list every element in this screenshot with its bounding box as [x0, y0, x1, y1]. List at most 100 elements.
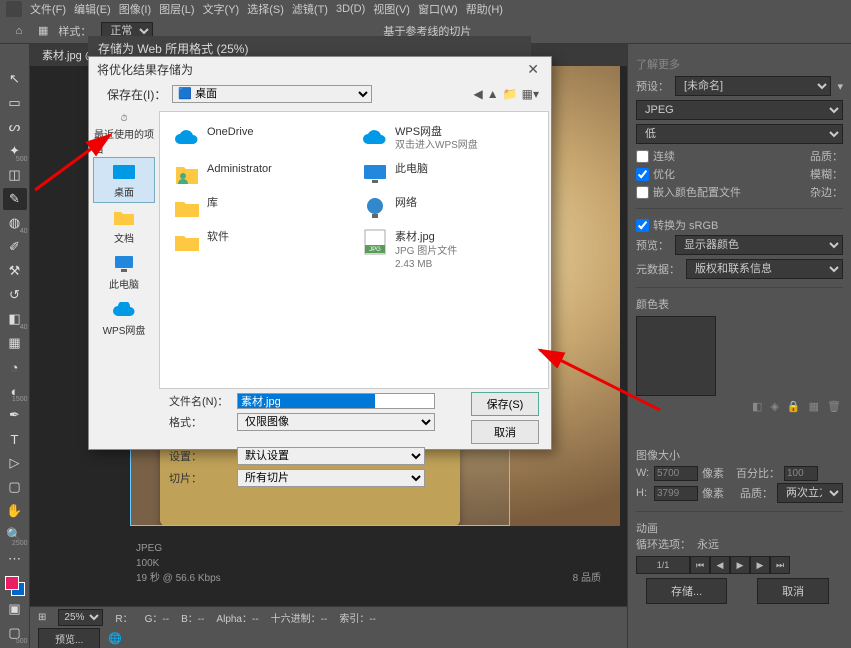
tool-hand[interactable]: ✋: [3, 500, 27, 522]
browser-icon[interactable]: 🌐: [108, 632, 122, 645]
location-select[interactable]: 🟦 桌面: [172, 85, 372, 103]
meta-select[interactable]: 版权和联系信息: [686, 259, 843, 279]
preview-button[interactable]: 预览...: [38, 628, 100, 648]
filename-input[interactable]: [237, 393, 435, 409]
embed-checkbox[interactable]: [636, 186, 649, 199]
optimize-checkbox[interactable]: [636, 168, 649, 181]
palette-trash-icon[interactable]: 🗑: [827, 400, 841, 413]
menu-select[interactable]: 选择(S): [247, 1, 284, 17]
tool-marquee[interactable]: ▭: [3, 92, 27, 114]
tool-eyedropper[interactable]: ✎: [3, 188, 27, 210]
palette-icon-3[interactable]: 🔒: [787, 400, 801, 413]
progressive-label: 连续: [653, 148, 675, 164]
tool-pen[interactable]: ✒: [3, 404, 27, 426]
tool-wand[interactable]: ✦500: [3, 140, 27, 162]
close-icon[interactable]: ✕: [523, 61, 543, 78]
menu-image[interactable]: 图像(I): [119, 1, 151, 17]
up-icon[interactable]: ▲: [487, 87, 499, 101]
srgb-checkbox[interactable]: [636, 219, 649, 232]
dialog-save-button[interactable]: 保存(S): [471, 392, 539, 416]
crop-icon[interactable]: ▦: [38, 24, 48, 37]
files-area[interactable]: OneDrive WPS网盘双击进入WPS网盘 Administrator 此电…: [159, 111, 549, 389]
home-icon[interactable]: ⌂: [10, 22, 28, 40]
tool-path[interactable]: ▷: [3, 452, 27, 474]
grid-toggle-icon[interactable]: ⊞: [38, 612, 46, 623]
menu-filter[interactable]: 滤镜(T): [292, 1, 328, 17]
h-input[interactable]: [654, 486, 698, 501]
sidebar-item-desktop[interactable]: 桌面: [93, 157, 155, 203]
progressive-checkbox[interactable]: [636, 150, 649, 163]
tool-type[interactable]: T: [3, 428, 27, 450]
viewmode-icon[interactable]: ▦▾: [522, 87, 539, 101]
newfolder-icon[interactable]: 📁: [503, 87, 518, 101]
file-pc[interactable]: 此电脑: [358, 159, 538, 189]
tool-move[interactable]: ↖: [3, 68, 27, 90]
tool-lasso[interactable]: ᔕ: [3, 116, 27, 138]
file-network[interactable]: 网络: [358, 193, 538, 223]
palette-icon-2[interactable]: ◈: [770, 400, 778, 413]
file-sucai-jpg[interactable]: JPG素材.jpgJPG 图片文件 2.43 MB: [358, 227, 538, 273]
tool-quickmask[interactable]: ▣: [3, 598, 27, 620]
sidebar-item-pc[interactable]: 此电脑: [93, 249, 155, 295]
hex-value: 十六进制：--: [271, 610, 328, 625]
save-button[interactable]: 存储...: [646, 578, 727, 604]
style-label: 样式：: [58, 23, 91, 39]
next-frame-button[interactable]: ▶: [750, 556, 770, 574]
settings-select[interactable]: 默认设置: [237, 447, 425, 465]
menu-layer[interactable]: 图层(L): [159, 1, 194, 17]
tool-screenmode[interactable]: ▢500: [3, 622, 27, 644]
tool-gradient[interactable]: ▦: [3, 332, 27, 354]
first-frame-button[interactable]: ⏮: [690, 556, 710, 574]
file-wps[interactable]: WPS网盘双击进入WPS网盘: [358, 122, 538, 155]
learn-more-link[interactable]: 了解更多: [636, 56, 680, 72]
preset-menu-icon[interactable]: ▾: [837, 80, 843, 93]
preview-select[interactable]: 显示器颜色: [675, 235, 843, 255]
zoom-select[interactable]: 25%: [58, 609, 103, 626]
menu-edit[interactable]: 编辑(E): [74, 1, 111, 17]
tool-eraser[interactable]: ◧40: [3, 308, 27, 330]
file-software[interactable]: 软件: [170, 227, 350, 273]
menu-type[interactable]: 文字(Y): [203, 1, 240, 17]
palette-icon-1[interactable]: ◧: [752, 400, 762, 413]
tool-zoom[interactable]: 🔍2500: [3, 524, 27, 546]
tool-dodge[interactable]: ◐1500: [3, 380, 27, 402]
settings-label: 设置：: [169, 448, 229, 464]
color-swatch[interactable]: [5, 576, 25, 596]
tool-more[interactable]: ⋯: [3, 548, 27, 570]
menu-help[interactable]: 帮助(H): [466, 1, 503, 17]
file-admin[interactable]: Administrator: [170, 159, 350, 189]
quality2-select[interactable]: 两次立方: [777, 483, 843, 503]
back-icon[interactable]: ◀: [474, 87, 483, 101]
tool-shape[interactable]: ▢: [3, 476, 27, 498]
dialog-cancel-button[interactable]: 取消: [471, 420, 539, 444]
preset-select[interactable]: [未命名]: [675, 76, 831, 96]
h-label: H:: [636, 487, 650, 499]
palette-icon-4[interactable]: ▦: [809, 400, 819, 413]
tool-crop[interactable]: ◫: [3, 164, 27, 186]
w-input[interactable]: [654, 466, 698, 481]
tool-history[interactable]: ↺: [3, 284, 27, 306]
slices-select[interactable]: 所有切片: [237, 469, 425, 487]
tool-brush[interactable]: ✐: [3, 236, 27, 258]
tool-healing[interactable]: ◍40: [3, 212, 27, 234]
sidebar-item-wps[interactable]: WPS网盘: [93, 295, 155, 341]
last-frame-button[interactable]: ⏭: [770, 556, 790, 574]
format-select-dlg[interactable]: 仅限图像: [237, 413, 435, 431]
tool-blur[interactable]: ◔: [3, 356, 27, 378]
prev-frame-button[interactable]: ◀: [710, 556, 730, 574]
file-library[interactable]: 库: [170, 193, 350, 223]
embed-label: 嵌入颜色配置文件: [653, 184, 741, 200]
sidebar-item-docs[interactable]: 文档: [93, 203, 155, 249]
play-button[interactable]: ▶: [730, 556, 750, 574]
cancel-button[interactable]: 取消: [757, 578, 829, 604]
menu-window[interactable]: 窗口(W): [418, 1, 458, 17]
file-onedrive[interactable]: OneDrive: [170, 122, 350, 155]
percent-input[interactable]: [784, 466, 818, 481]
format-select[interactable]: JPEG: [636, 100, 843, 120]
sidebar-item-recent[interactable]: ⏱最近使用的项目: [93, 111, 155, 157]
quality-preset-select[interactable]: 低: [636, 124, 843, 144]
menu-file[interactable]: 文件(F): [30, 1, 66, 17]
tool-stamp[interactable]: ⚒: [3, 260, 27, 282]
menu-3d[interactable]: 3D(D): [336, 3, 365, 15]
menu-view[interactable]: 视图(V): [373, 1, 410, 17]
